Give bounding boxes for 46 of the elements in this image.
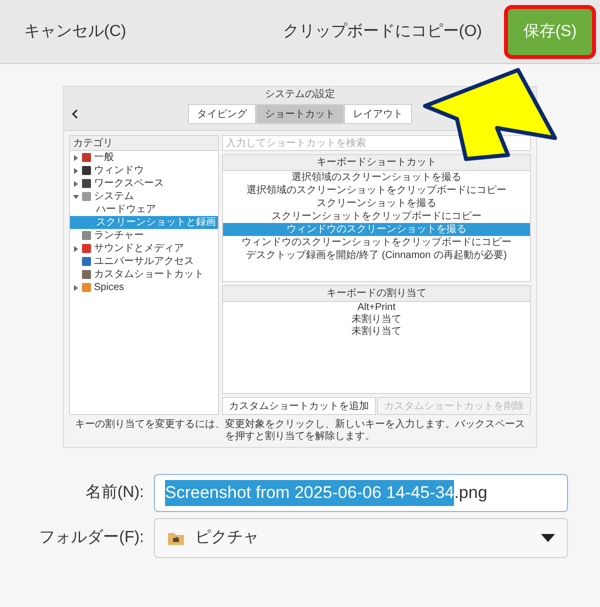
folder-dropdown[interactable]: ピクチャ: [154, 518, 568, 558]
hint-text: キーの割り当てを変更するには、変更対象をクリックし、新しいキーを入力します。バックスペースを押すと割り当てを解除します。: [74, 418, 526, 444]
category-item[interactable]: カスタムショートカット: [70, 268, 218, 281]
shortcut-row[interactable]: スクリーンショットをクリップボードにコピー: [223, 210, 530, 223]
folder-icon: [167, 530, 185, 546]
category-item[interactable]: Spices: [70, 281, 218, 294]
back-icon[interactable]: [72, 109, 78, 119]
category-heading: カテゴリ: [70, 136, 218, 151]
shortcut-row[interactable]: 選択領域のスクリーンショットを撮る: [223, 171, 530, 184]
name-field[interactable]: Screenshot from 2025-06-06 14-45-34.png: [154, 474, 568, 512]
shortcut-row[interactable]: デスクトップ録画を開始/終了 (Cinnamon の再起動が必要): [223, 249, 530, 262]
panel-heading: キーボードショートカット: [223, 155, 530, 171]
collapsed-arrow-icon[interactable]: [73, 284, 79, 290]
folder-label: フォルダー(F):: [38, 528, 145, 548]
name-label: 名前(N):: [84, 483, 145, 503]
collapsed-arrow-icon[interactable]: [73, 154, 79, 160]
copy-button[interactable]: クリップボードにコピー(O): [282, 20, 482, 44]
category-item[interactable]: ウィンドウ: [70, 164, 218, 177]
cancel-button[interactable]: キャンセル(C): [24, 20, 126, 44]
category-item[interactable]: ハードウェア: [70, 203, 218, 216]
shortcut-row[interactable]: 選択領域のスクリーンショットをクリップボードにコピー: [223, 184, 530, 197]
tab[interactable]: ショートカット: [256, 104, 344, 124]
category-item[interactable]: サウンドとメディア: [70, 242, 218, 255]
category-item[interactable]: ワークスペース: [70, 177, 218, 190]
category-item[interactable]: ランチャー: [70, 229, 218, 242]
collapsed-arrow-icon[interactable]: [73, 180, 79, 186]
filename-text: .png: [454, 482, 488, 504]
shortcut-row[interactable]: ウィンドウのスクリーンショットをクリップボードにコピー: [223, 236, 530, 249]
folder-value: ピクチャ: [195, 528, 260, 548]
add-shortcut-button[interactable]: カスタムショートカットを追加: [222, 397, 376, 415]
binding-row[interactable]: Alt+Print: [223, 302, 530, 314]
shortcut-row[interactable]: スクリーンショットを撮る: [223, 197, 530, 210]
expanded-arrow-icon[interactable]: [73, 194, 79, 200]
panel-heading: キーボードの割り当て: [223, 286, 530, 302]
tab[interactable]: タイピング: [188, 104, 256, 124]
selected-text: Screenshot from 2025-06-06 14-45-34: [165, 480, 454, 506]
tab[interactable]: レイアウト: [344, 104, 412, 124]
window-title: システムの設定: [265, 90, 335, 100]
collapsed-arrow-icon[interactable]: [73, 246, 79, 252]
category-item[interactable]: 一般: [70, 151, 218, 164]
category-item[interactable]: ユニバーサルアクセス: [70, 255, 218, 268]
category-item[interactable]: システム: [70, 190, 218, 203]
collapsed-arrow-icon[interactable]: [73, 168, 79, 174]
binding-row[interactable]: 未割り当て: [223, 314, 530, 326]
dropdown-caret-icon: [541, 534, 555, 542]
binding-row[interactable]: 未割り当て: [223, 326, 530, 338]
